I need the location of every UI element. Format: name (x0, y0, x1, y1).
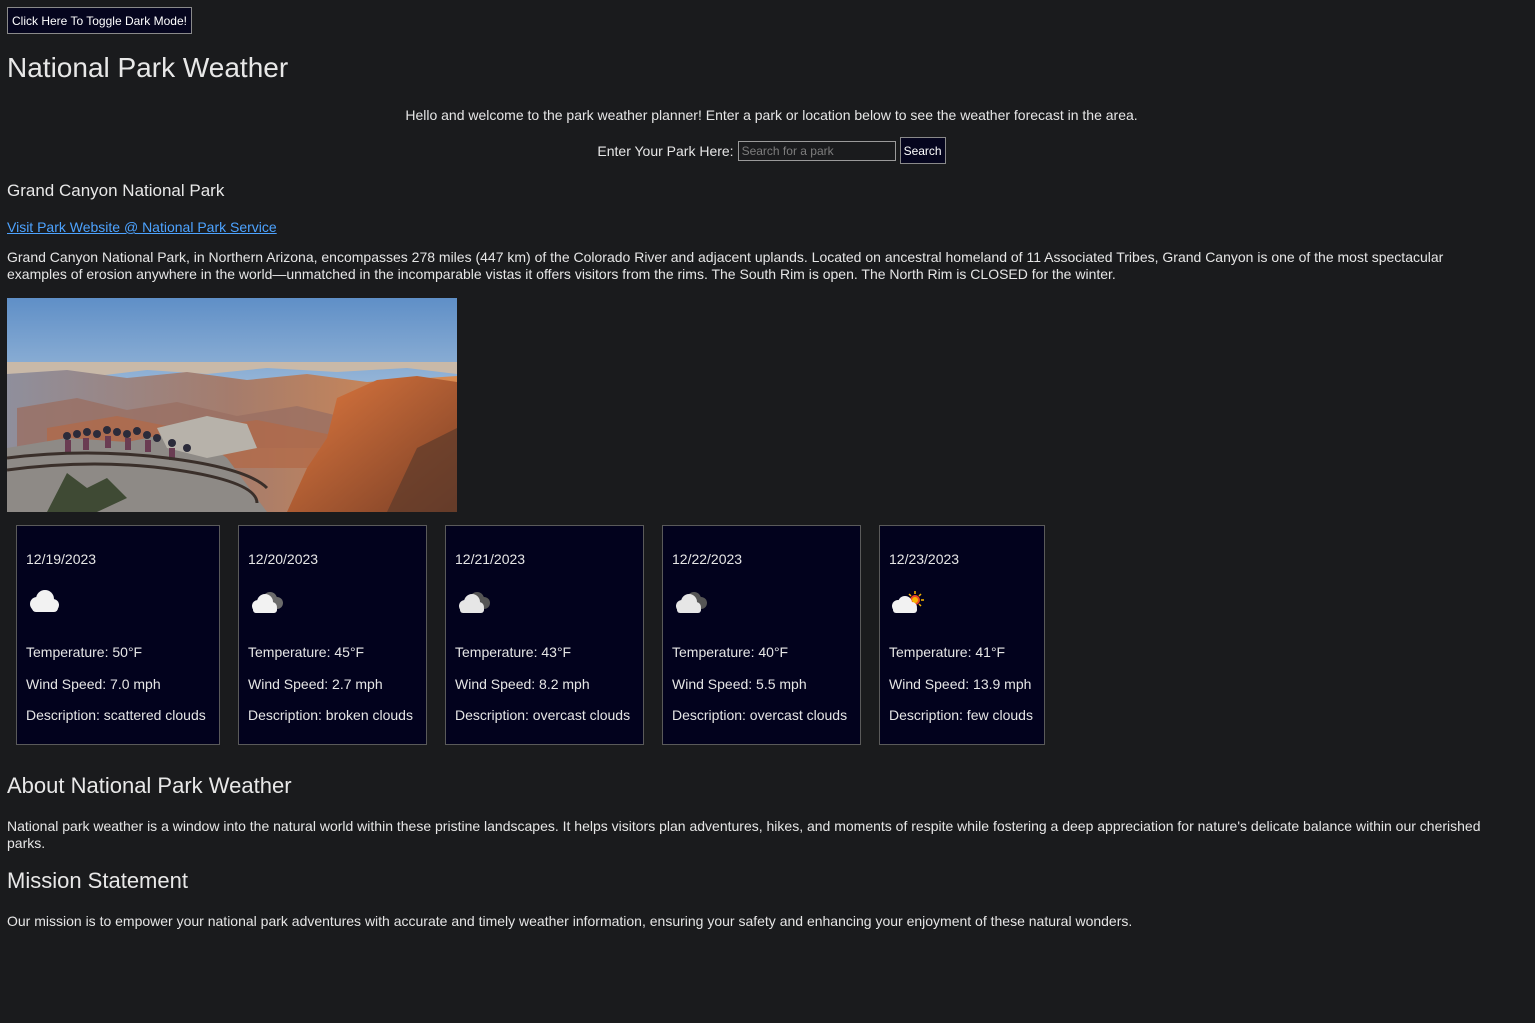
forecast-description: Description: scattered clouds (26, 707, 206, 723)
park-description: Grand Canyon National Park, in Northern … (7, 249, 1444, 282)
forecast-temperature: Temperature: 50°F (26, 644, 143, 660)
forecast-card: 12/22/2023 Temperature: 40°F Wind Speed:… (662, 525, 861, 745)
forecast-temperature: Temperature: 45°F (248, 644, 365, 660)
few-clouds-icon (885, 584, 929, 620)
search-button[interactable]: Search (899, 137, 946, 164)
forecast-card: 12/21/2023 Temperature: 43°F Wind Speed:… (445, 525, 644, 745)
overcast-clouds-icon (668, 584, 712, 620)
mission-heading: Mission Statement (7, 868, 188, 893)
forecast-wind-speed: Wind Speed: 5.5 mph (672, 676, 807, 692)
scattered-clouds-icon (22, 584, 66, 620)
broken-clouds-icon (244, 584, 288, 620)
forecast-wind-speed: Wind Speed: 2.7 mph (248, 676, 383, 692)
forecast-temperature: Temperature: 40°F (672, 644, 789, 660)
forecast-description: Description: overcast clouds (455, 707, 631, 723)
forecast-wind-speed: Wind Speed: 8.2 mph (455, 676, 590, 692)
park-photo (7, 298, 457, 512)
about-text: National park weather is a window into t… (7, 818, 1481, 851)
forecast-description: Description: few clouds (889, 707, 1033, 723)
park-search-input[interactable] (737, 140, 896, 161)
about-heading: About National Park Weather (7, 773, 292, 798)
forecast-wind-speed: Wind Speed: 13.9 mph (889, 676, 1032, 692)
forecast-card: 12/20/2023 Temperature: 45°F Wind Speed:… (238, 525, 427, 745)
dark-mode-toggle-button[interactable]: Click Here To Toggle Dark Mode! (7, 7, 192, 34)
forecast-date: 12/20/2023 (248, 551, 319, 567)
welcome-message: Hello and welcome to the park weather pl… (405, 107, 1138, 123)
mission-text: Our mission is to empower your national … (7, 913, 1133, 929)
forecast-wind-speed: Wind Speed: 7.0 mph (26, 676, 161, 692)
search-label: Enter Your Park Here: (597, 142, 734, 159)
forecast-description: Description: broken clouds (248, 707, 413, 723)
forecast-temperature: Temperature: 41°F (889, 644, 1006, 660)
forecast-date: 12/21/2023 (455, 551, 526, 567)
overcast-clouds-icon (451, 584, 495, 620)
forecast-temperature: Temperature: 43°F (455, 644, 572, 660)
forecast-card: 12/19/2023 Temperature: 50°F Wind Speed:… (16, 525, 220, 745)
search-bar: Enter Your Park Here: Search (0, 137, 1535, 164)
park-website-link[interactable]: Visit Park Website @ National Park Servi… (7, 219, 277, 235)
park-name: Grand Canyon National Park (7, 181, 225, 200)
forecast-card: 12/23/2023 Temperature: 41°F Wind Speed:… (879, 525, 1045, 745)
forecast-date: 12/19/2023 (26, 551, 97, 567)
forecast-date: 12/22/2023 (672, 551, 743, 567)
forecast-list: 12/19/2023 Temperature: 50°F Wind Speed:… (16, 525, 1045, 745)
forecast-description: Description: overcast clouds (672, 707, 848, 723)
forecast-date: 12/23/2023 (889, 551, 960, 567)
page-title: National Park Weather (7, 52, 289, 83)
